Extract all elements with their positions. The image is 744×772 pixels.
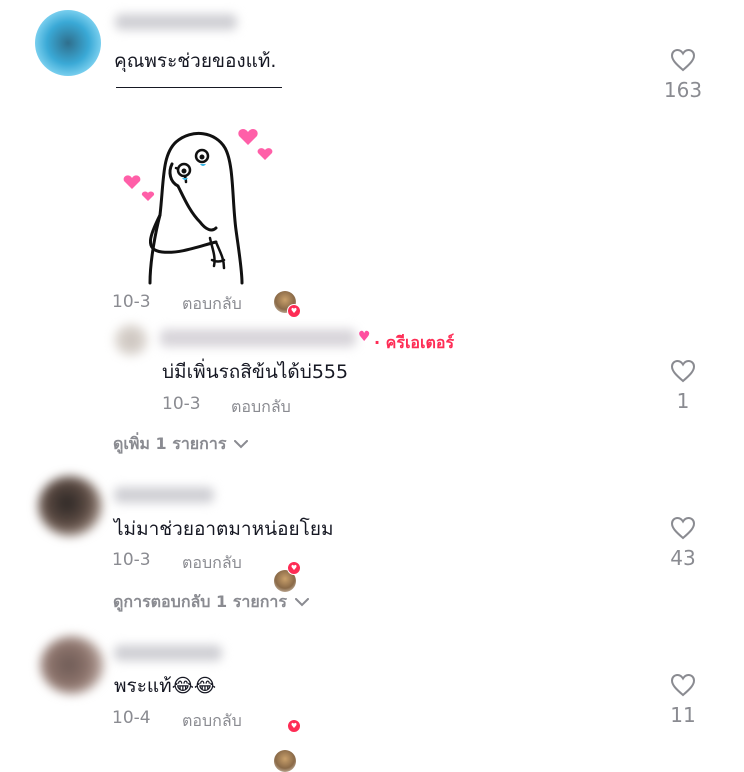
like-button[interactable]: 163 [653, 48, 713, 102]
view-more-replies-button[interactable]: ดูเพิ่ม 1 รายการ [113, 432, 249, 457]
creator-liked-heart-icon: ♥ [287, 561, 301, 575]
username-redacted[interactable] [114, 487, 214, 503]
chevron-down-icon [234, 440, 249, 449]
heart-outline-icon [670, 673, 696, 697]
view-replies-label: ดูการตอบกลับ 1 รายการ [113, 592, 287, 611]
creator-liked-avatar [274, 750, 296, 772]
heart-outline-icon [670, 359, 696, 383]
like-count: 11 [670, 703, 696, 727]
heart-outline-icon [670, 516, 696, 540]
username-redacted[interactable] [114, 645, 222, 661]
comment-date: 10-3 [112, 550, 151, 570]
view-replies-button[interactable]: ดูการตอบกลับ 1 รายการ [113, 590, 309, 615]
avatar[interactable] [40, 636, 104, 694]
comment-date: 10-3 [112, 292, 151, 312]
like-button[interactable]: 11 [653, 673, 713, 727]
like-button[interactable]: 1 [653, 359, 713, 413]
comment-text: พระแท้😂😂 [114, 675, 217, 697]
reply-date: 10-3 [162, 394, 201, 414]
reply-button[interactable]: ตอบกลับ [182, 292, 242, 317]
reply-button[interactable]: ตอบกลับ [182, 709, 242, 734]
like-count: 1 [676, 389, 690, 413]
like-count: 163 [663, 78, 703, 102]
comment-date: 10-4 [112, 708, 151, 728]
pink-heart-icon: ♥ [358, 329, 371, 345]
creator-liked-heart-icon: ♥ [287, 719, 301, 733]
like-count: 43 [670, 546, 696, 570]
comment-text: คุณพระช่วยของแท้. [114, 50, 277, 72]
avatar[interactable] [35, 10, 101, 76]
reply-text: บ่มีเพิ่นรถสิข้นได้บ่555 [162, 361, 349, 383]
reply-button[interactable]: ตอบกลับ [231, 395, 291, 420]
comment-text: ไม่มาช่วยอาตมาหน่อยโยม [114, 518, 334, 540]
creator-badge: · ครีเอเตอร์ [374, 333, 455, 352]
reply-button[interactable]: ตอบกลับ [182, 551, 242, 576]
username-redacted[interactable] [115, 14, 237, 30]
reply-username-redacted[interactable] [160, 329, 356, 347]
creator-liked-heart-icon: ♥ [287, 304, 301, 318]
like-button[interactable]: 43 [653, 516, 713, 570]
heart-outline-icon [670, 48, 696, 72]
reply-avatar[interactable] [114, 324, 148, 356]
divider [116, 87, 282, 88]
shy-ghost-sticker [123, 129, 273, 285]
avatar[interactable] [38, 476, 102, 536]
chevron-down-icon [294, 598, 309, 607]
view-more-label: ดูเพิ่ม 1 รายการ [113, 434, 227, 453]
